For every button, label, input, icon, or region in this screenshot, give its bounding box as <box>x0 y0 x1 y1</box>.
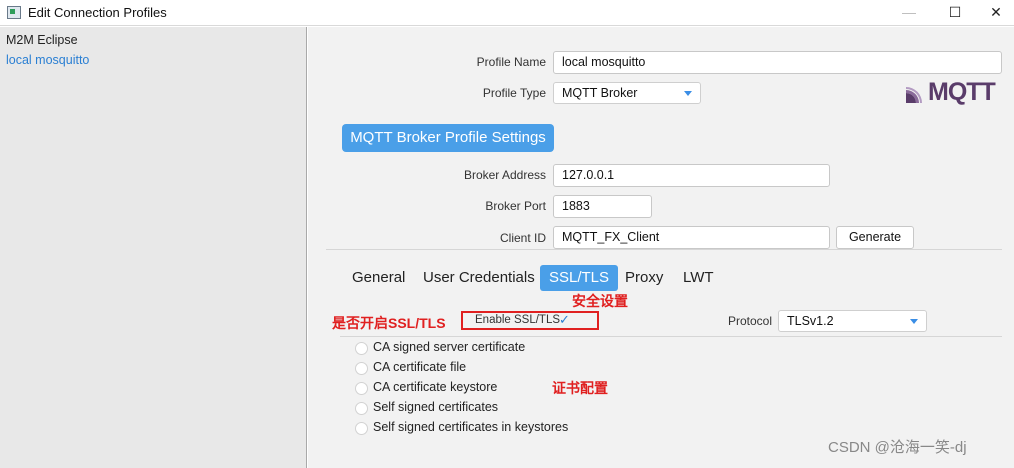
protocol-value: TLSv1.2 <box>787 314 834 328</box>
mqtt-logo-icon: MQTT <box>904 78 1004 106</box>
option-label: CA certificate keystore <box>373 380 498 394</box>
generate-button[interactable]: Generate <box>836 226 914 249</box>
client-id-input[interactable]: MQTT_FX_Client <box>553 226 830 249</box>
chevron-down-icon <box>910 319 918 324</box>
option-label: CA signed server certificate <box>373 340 526 354</box>
radio-button[interactable] <box>355 422 368 435</box>
profile-type-select[interactable]: MQTT Broker <box>553 82 701 104</box>
radio-button[interactable] <box>355 382 368 395</box>
close-button[interactable]: ✕ <box>978 0 1014 26</box>
profile-name-input[interactable]: local mosquitto <box>553 51 1002 74</box>
divider <box>340 336 1002 337</box>
enable-ssl-label: Enable SSL/TLS <box>475 314 561 326</box>
broker-settings-header: MQTT Broker Profile Settings <box>342 124 554 152</box>
option-label: Self signed certificates in keystores <box>373 420 569 434</box>
broker-port-label: Broker Port <box>485 199 546 213</box>
profiles-sidebar: M2M Eclipse local mosquitto <box>0 27 307 468</box>
enable-ssl-checkbox[interactable]: ✓ <box>559 312 570 328</box>
annotation-security-settings: 安全设置 <box>572 293 628 309</box>
tab-user-credentials[interactable]: User Credentials <box>423 265 535 291</box>
broker-address-label: Broker Address <box>463 168 546 182</box>
sidebar-item-m2m-eclipse[interactable]: M2M Eclipse <box>6 33 78 47</box>
profile-type-label: Profile Type <box>482 86 546 100</box>
window-titlebar: Edit Connection Profiles — ☐ ✕ <box>0 0 1014 26</box>
watermark: CSDN @沧海一笑-dj <box>828 439 967 456</box>
broker-address-input[interactable]: 127.0.0.1 <box>553 164 830 187</box>
profile-type-value: MQTT Broker <box>562 86 638 100</box>
option-label: Self signed certificates <box>373 400 499 414</box>
radio-button[interactable] <box>355 342 368 355</box>
divider <box>326 249 1002 250</box>
profile-name-label: Profile Name <box>476 55 546 69</box>
minimize-button[interactable]: — <box>886 0 932 26</box>
profile-editor: Profile Name local mosquitto Profile Typ… <box>308 27 1014 468</box>
tab-ssl-tls[interactable]: SSL/TLS <box>540 265 619 291</box>
app-icon <box>7 6 21 19</box>
annotation-enable-ssl: 是否开启SSL/TLS <box>332 315 446 331</box>
chevron-down-icon <box>684 91 692 96</box>
tab-lwt[interactable]: LWT <box>683 265 714 291</box>
tab-general[interactable]: General <box>352 265 405 291</box>
mqtt-logo-text: MQTT <box>928 78 996 106</box>
client-id-label: Client ID <box>499 231 546 245</box>
radio-button[interactable] <box>355 402 368 415</box>
annotation-cert-config: 证书配置 <box>552 380 608 396</box>
sidebar-item-local-mosquitto[interactable]: local mosquitto <box>6 53 89 67</box>
radio-button[interactable] <box>355 362 368 375</box>
tab-proxy[interactable]: Proxy <box>625 265 663 291</box>
mqtt-signal-icon <box>906 87 922 103</box>
protocol-select[interactable]: TLSv1.2 <box>778 310 927 332</box>
protocol-label: Protocol <box>727 314 772 328</box>
option-label: CA certificate file <box>373 360 467 374</box>
broker-port-input[interactable]: 1883 <box>553 195 652 218</box>
maximize-button[interactable]: ☐ <box>932 0 978 26</box>
window-title: Edit Connection Profiles <box>28 5 167 20</box>
